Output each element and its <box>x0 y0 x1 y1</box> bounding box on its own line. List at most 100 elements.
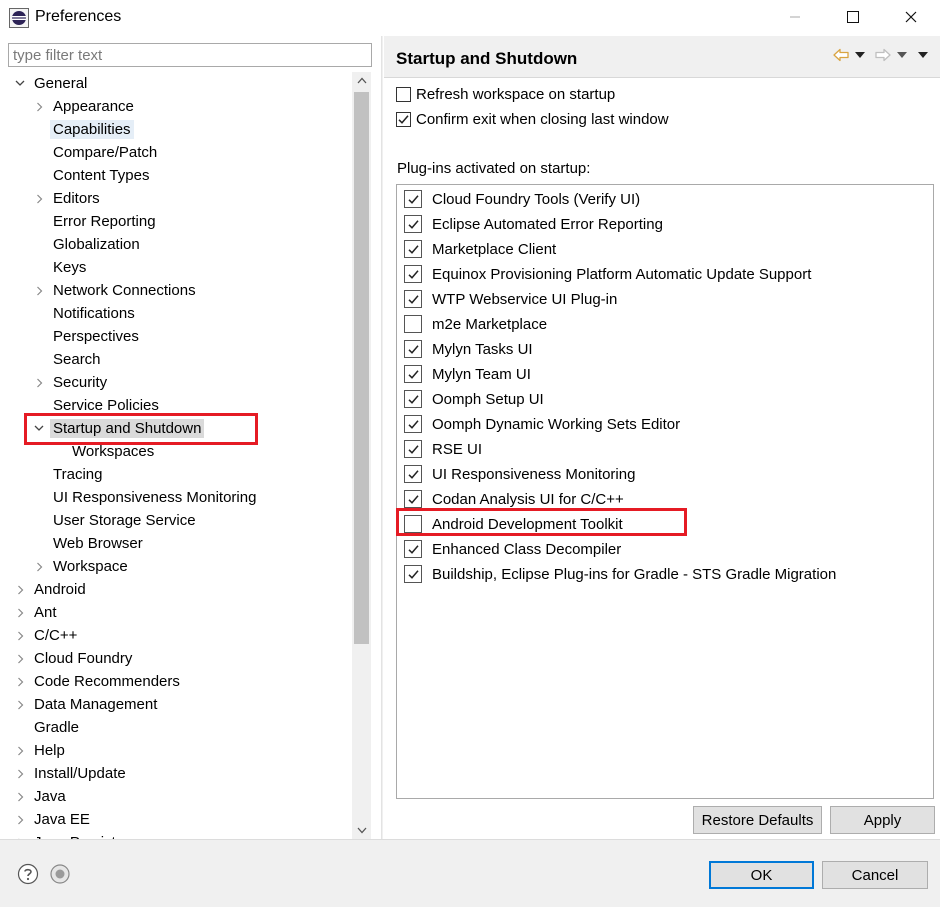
plugin-row-oomph-setup-ui[interactable]: Oomph Setup UI <box>404 387 544 411</box>
plugin-checkbox[interactable] <box>404 565 422 583</box>
tree-item-java-ee[interactable]: Java EE <box>12 808 93 831</box>
scroll-down-button[interactable] <box>352 822 371 839</box>
tree-toggle[interactable] <box>12 578 28 601</box>
tree-toggle[interactable] <box>31 417 47 440</box>
plugin-checkbox[interactable] <box>404 540 422 558</box>
tree-item-android[interactable]: Android <box>12 578 89 601</box>
tree-item-content-types[interactable]: Content Types <box>31 164 152 187</box>
tree-item-editors[interactable]: Editors <box>31 187 103 210</box>
plugin-checkbox[interactable] <box>404 315 422 333</box>
plugin-checkbox[interactable] <box>404 365 422 383</box>
tree-item-globalization[interactable]: Globalization <box>31 233 143 256</box>
tree-toggle[interactable] <box>12 72 28 95</box>
tree-item-keys[interactable]: Keys <box>31 256 89 279</box>
cancel-button[interactable]: Cancel <box>822 861 928 889</box>
tree-item-java[interactable]: Java <box>12 785 69 808</box>
tree-item-security[interactable]: Security <box>31 371 110 394</box>
tree-scrollbar[interactable] <box>352 72 371 839</box>
tree-item-startup-and-shutdown[interactable]: Startup and Shutdown <box>31 417 205 440</box>
tree-toggle[interactable] <box>31 279 47 302</box>
tree-item-install-update[interactable]: Install/Update <box>12 762 129 785</box>
plugin-checkbox[interactable] <box>404 390 422 408</box>
tree-toggle[interactable] <box>12 808 28 831</box>
tree-item-ui-responsiveness-monitoring[interactable]: UI Responsiveness Monitoring <box>31 486 259 509</box>
tree-item-tracing[interactable]: Tracing <box>31 463 105 486</box>
import-export-icon[interactable] <box>49 863 71 885</box>
plugin-row-marketplace-client[interactable]: Marketplace Client <box>404 237 556 261</box>
plugin-checkbox[interactable] <box>404 190 422 208</box>
tree-toggle[interactable] <box>31 95 47 118</box>
plugin-row-buildship-eclipse-plug-ins-for-gradle-sts-gradle-migration[interactable]: Buildship, Eclipse Plug-ins for Gradle -… <box>404 562 836 586</box>
plugin-row-rse-ui[interactable]: RSE UI <box>404 437 482 461</box>
back-button[interactable] <box>833 46 849 64</box>
maximize-button[interactable] <box>830 0 876 34</box>
tree-item-notifications[interactable]: Notifications <box>31 302 138 325</box>
scroll-up-button[interactable] <box>352 72 371 89</box>
tree-toggle[interactable] <box>31 371 47 394</box>
plugin-checkbox[interactable] <box>404 465 422 483</box>
plugin-checkbox[interactable] <box>404 440 422 458</box>
plugin-checkbox[interactable] <box>404 490 422 508</box>
tree-toggle[interactable] <box>31 555 47 578</box>
view-menu-button[interactable] <box>918 46 928 64</box>
plugin-checkbox[interactable] <box>404 340 422 358</box>
tree-toggle[interactable] <box>12 762 28 785</box>
forward-button[interactable] <box>875 46 891 64</box>
plugin-checkbox[interactable] <box>404 415 422 433</box>
tree-item-error-reporting[interactable]: Error Reporting <box>31 210 159 233</box>
tree-item-service-policies[interactable]: Service Policies <box>31 394 162 417</box>
plugin-row-wtp-webservice-ui-plug-in[interactable]: WTP Webservice UI Plug-in <box>404 287 617 311</box>
tree-item-web-browser[interactable]: Web Browser <box>31 532 146 555</box>
plugin-row-equinox-provisioning-platform-automatic-update-support[interactable]: Equinox Provisioning Platform Automatic … <box>404 262 811 286</box>
tree-item-gradle[interactable]: Gradle <box>12 716 82 739</box>
plugin-row-ui-responsiveness-monitoring[interactable]: UI Responsiveness Monitoring <box>404 462 635 486</box>
tree-toggle[interactable] <box>31 187 47 210</box>
apply-button[interactable]: Apply <box>830 806 935 834</box>
tree-item-search[interactable]: Search <box>31 348 104 371</box>
help-icon[interactable] <box>17 863 39 885</box>
option-confirm-exit-when-closing-last-window[interactable]: Confirm exit when closing last window <box>396 108 669 130</box>
tree-item-code-recommenders[interactable]: Code Recommenders <box>12 670 183 693</box>
filter-input[interactable] <box>8 43 372 67</box>
plugin-checkbox[interactable] <box>404 515 422 533</box>
tree-toggle[interactable] <box>12 601 28 624</box>
tree-item-workspace[interactable]: Workspace <box>31 555 131 578</box>
tree-item-capabilities[interactable]: Capabilities <box>31 118 134 141</box>
plugin-row-cloud-foundry-tools-verify-ui[interactable]: Cloud Foundry Tools (Verify UI) <box>404 187 640 211</box>
ok-button[interactable]: OK <box>709 861 814 889</box>
plugin-checkbox[interactable] <box>404 290 422 308</box>
close-button[interactable] <box>888 0 934 34</box>
plugin-row-m2e-marketplace[interactable]: m2e Marketplace <box>404 312 547 336</box>
tree-toggle[interactable] <box>12 624 28 647</box>
plugin-row-eclipse-automated-error-reporting[interactable]: Eclipse Automated Error Reporting <box>404 212 663 236</box>
plugins-list[interactable]: Cloud Foundry Tools (Verify UI) Eclipse A… <box>396 184 934 799</box>
preference-tree[interactable]: General Appearance Capabilities Compare/Pat… <box>8 72 352 839</box>
tree-item-java-persistence[interactable]: Java Persistence <box>12 831 151 839</box>
tree-item-user-storage-service[interactable]: User Storage Service <box>31 509 199 532</box>
tree-item-perspectives[interactable]: Perspectives <box>31 325 142 348</box>
tree-toggle[interactable] <box>12 670 28 693</box>
plugin-row-oomph-dynamic-working-sets-editor[interactable]: Oomph Dynamic Working Sets Editor <box>404 412 680 436</box>
pane-sash[interactable] <box>381 36 383 839</box>
plugin-row-codan-analysis-ui-for-c-c[interactable]: Codan Analysis UI for C/C++ <box>404 487 624 511</box>
tree-item-general[interactable]: General <box>12 72 90 95</box>
plugin-row-mylyn-team-ui[interactable]: Mylyn Team UI <box>404 362 531 386</box>
plugin-checkbox[interactable] <box>404 265 422 283</box>
tree-toggle[interactable] <box>12 785 28 808</box>
tree-item-ant[interactable]: Ant <box>12 601 60 624</box>
forward-history-dropdown[interactable] <box>897 46 907 64</box>
tree-toggle[interactable] <box>12 693 28 716</box>
checkbox[interactable] <box>396 86 411 102</box>
tree-item-help[interactable]: Help <box>12 739 68 762</box>
minimize-button[interactable] <box>772 0 818 34</box>
tree-toggle[interactable] <box>12 739 28 762</box>
tree-item-c-c[interactable]: C/C++ <box>12 624 80 647</box>
tree-toggle[interactable] <box>12 647 28 670</box>
tree-item-compare-patch[interactable]: Compare/Patch <box>31 141 160 164</box>
plugin-row-mylyn-tasks-ui[interactable]: Mylyn Tasks UI <box>404 337 533 361</box>
tree-item-data-management[interactable]: Data Management <box>12 693 160 716</box>
option-refresh-workspace-on-startup[interactable]: Refresh workspace on startup <box>396 83 615 105</box>
back-history-dropdown[interactable] <box>855 46 865 64</box>
checkbox[interactable] <box>396 111 411 127</box>
restore-defaults-button[interactable]: Restore Defaults <box>693 806 822 834</box>
